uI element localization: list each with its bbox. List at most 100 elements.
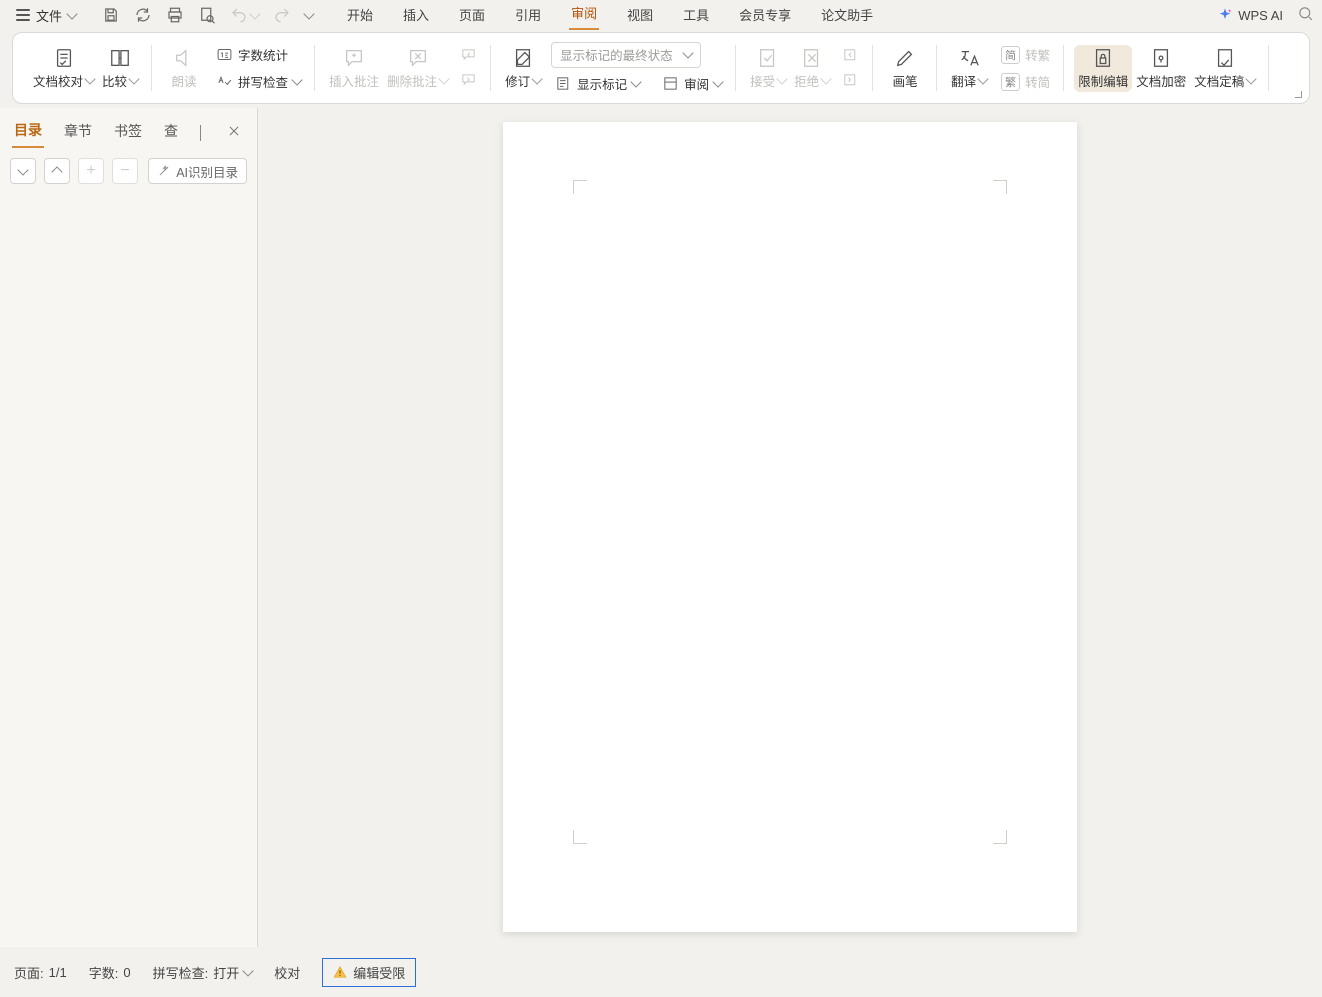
comment-add-icon bbox=[343, 47, 365, 69]
plus-icon: + bbox=[86, 163, 95, 179]
prev-change-button[interactable] bbox=[838, 45, 863, 66]
finalize-icon bbox=[1214, 47, 1236, 69]
doc-encrypt-button[interactable]: 文档加密 bbox=[1132, 45, 1190, 92]
nav-panel-close[interactable] bbox=[223, 120, 245, 145]
word-count-icon bbox=[216, 46, 233, 63]
tab-thesis[interactable]: 论文助手 bbox=[819, 1, 875, 30]
document-page[interactable] bbox=[503, 122, 1077, 932]
warning-icon bbox=[333, 965, 347, 979]
pen-icon bbox=[894, 47, 916, 69]
chevron-down-icon bbox=[17, 164, 28, 175]
chevron-down-icon bbox=[243, 965, 254, 976]
compare-icon bbox=[109, 47, 131, 69]
sync-button[interactable] bbox=[134, 6, 152, 24]
next-comment-button[interactable] bbox=[456, 70, 481, 91]
navigation-panel: 目录 章节 书签 查找和替 + − AI识别目录 bbox=[0, 108, 258, 947]
wand-icon bbox=[157, 164, 171, 178]
comment-next-icon bbox=[460, 72, 477, 89]
compare-button[interactable]: 比较 bbox=[98, 45, 142, 92]
read-aloud-button[interactable]: 朗读 bbox=[162, 45, 206, 92]
translate-button[interactable]: 翻译 bbox=[947, 45, 991, 92]
prev-comment-button[interactable] bbox=[456, 45, 481, 66]
status-word-count[interactable]: 字数: 0 bbox=[89, 963, 131, 982]
tab-tools[interactable]: 工具 bbox=[681, 1, 711, 30]
wps-ai-label: WPS AI bbox=[1238, 8, 1283, 23]
speaker-icon bbox=[173, 47, 195, 69]
comment-prev-icon bbox=[460, 47, 477, 64]
toc-expand-button[interactable]: + bbox=[78, 158, 104, 184]
reviewing-pane-icon bbox=[662, 75, 679, 92]
nav-tabs-scroll-right[interactable] bbox=[196, 121, 205, 144]
status-bar: 页面: 1/1 字数: 0 拼写检查: 打开 校对 编辑受限 bbox=[0, 947, 1322, 997]
toc-prev-button[interactable] bbox=[44, 158, 70, 184]
restrict-editing-button[interactable]: 限制编辑 bbox=[1074, 45, 1132, 92]
delete-comment-button[interactable]: 删除批注 bbox=[383, 45, 452, 92]
document-check-icon bbox=[53, 47, 75, 69]
tab-references[interactable]: 引用 bbox=[513, 1, 543, 30]
nav-tab-toc[interactable]: 目录 bbox=[12, 116, 44, 148]
status-proof[interactable]: 校对 bbox=[274, 963, 300, 982]
margin-crop-tl bbox=[573, 180, 587, 194]
tab-insert[interactable]: 插入 bbox=[401, 1, 431, 30]
nav-tab-chapters[interactable]: 章节 bbox=[62, 117, 94, 147]
doc-proof-button[interactable]: 文档校对 bbox=[29, 45, 98, 92]
accept-change-button[interactable]: 接受 bbox=[746, 45, 790, 92]
markup-display-value: 显示标记的最终状态 bbox=[560, 45, 673, 64]
tab-page[interactable]: 页面 bbox=[457, 1, 487, 30]
print-preview-button[interactable] bbox=[198, 6, 216, 24]
chevron-down-icon bbox=[682, 47, 693, 58]
markup-display-select[interactable]: 显示标记的最终状态 bbox=[551, 42, 701, 68]
nav-tab-find-replace[interactable]: 查找和替 bbox=[162, 117, 178, 147]
ink-button[interactable]: 画笔 bbox=[883, 45, 927, 92]
comment-delete-icon bbox=[407, 47, 429, 69]
spell-check-icon bbox=[216, 73, 233, 90]
tab-member[interactable]: 会员专享 bbox=[737, 1, 793, 30]
change-prev-icon bbox=[842, 47, 859, 64]
ai-detect-toc-button[interactable]: AI识别目录 bbox=[148, 158, 247, 184]
reject-change-button[interactable]: 拒绝 bbox=[790, 45, 834, 92]
undo-button[interactable] bbox=[230, 6, 248, 24]
ribbon-review: 文档校对 比较 朗读 字数统计 拼写检查 插入批注 bbox=[12, 32, 1310, 104]
trad-to-simp-button[interactable]: 繁 转简 bbox=[997, 70, 1054, 93]
track-changes-icon bbox=[512, 47, 534, 69]
markup-icon bbox=[555, 75, 572, 92]
toc-collapse-button[interactable]: − bbox=[112, 158, 138, 184]
hamburger-icon bbox=[16, 9, 30, 21]
status-spell-check[interactable]: 拼写检查: 打开 bbox=[153, 963, 253, 982]
lock-doc-icon bbox=[1092, 47, 1114, 69]
redo-button[interactable] bbox=[273, 6, 291, 24]
track-changes-button[interactable]: 修订 bbox=[501, 45, 545, 92]
status-edit-restricted[interactable]: 编辑受限 bbox=[322, 958, 416, 987]
file-menu-label: 文件 bbox=[36, 6, 62, 25]
toc-next-button[interactable] bbox=[10, 158, 36, 184]
qat-customize[interactable] bbox=[303, 8, 314, 19]
search-button[interactable] bbox=[1297, 5, 1314, 25]
ribbon-expand-toggle[interactable] bbox=[1295, 91, 1305, 101]
minus-icon: − bbox=[120, 163, 129, 179]
show-markup-button[interactable]: 显示标记 bbox=[551, 72, 644, 95]
simp-to-trad-button[interactable]: 简 转繁 bbox=[997, 43, 1054, 66]
encrypt-icon bbox=[1150, 47, 1172, 69]
status-page[interactable]: 页面: 1/1 bbox=[14, 963, 67, 982]
next-change-button[interactable] bbox=[838, 70, 863, 91]
tab-view[interactable]: 视图 bbox=[625, 1, 655, 30]
insert-comment-button[interactable]: 插入批注 bbox=[325, 45, 383, 92]
word-count-button[interactable]: 字数统计 bbox=[212, 43, 305, 66]
spell-check-button[interactable]: 拼写检查 bbox=[212, 70, 305, 93]
main-tabs: 开始 插入 页面 引用 审阅 视图 工具 会员专享 论文助手 bbox=[345, 0, 875, 30]
margin-crop-bl bbox=[573, 830, 587, 844]
reviewing-pane-button[interactable]: 审阅 bbox=[658, 72, 726, 95]
save-button[interactable] bbox=[102, 6, 120, 24]
margin-crop-tr bbox=[993, 180, 1007, 194]
change-next-icon bbox=[842, 72, 859, 89]
tab-review[interactable]: 审阅 bbox=[569, 0, 599, 30]
translate-icon bbox=[958, 47, 980, 69]
wps-ai-button[interactable]: WPS AI bbox=[1217, 7, 1283, 23]
doc-finalize-button[interactable]: 文档定稿 bbox=[1190, 45, 1259, 92]
undo-dropdown[interactable] bbox=[249, 8, 260, 19]
tab-start[interactable]: 开始 bbox=[345, 1, 375, 30]
nav-tab-bookmarks[interactable]: 书签 bbox=[112, 117, 144, 147]
file-menu[interactable]: 文件 bbox=[8, 3, 84, 28]
document-viewport[interactable] bbox=[258, 108, 1322, 947]
print-button[interactable] bbox=[166, 6, 184, 24]
